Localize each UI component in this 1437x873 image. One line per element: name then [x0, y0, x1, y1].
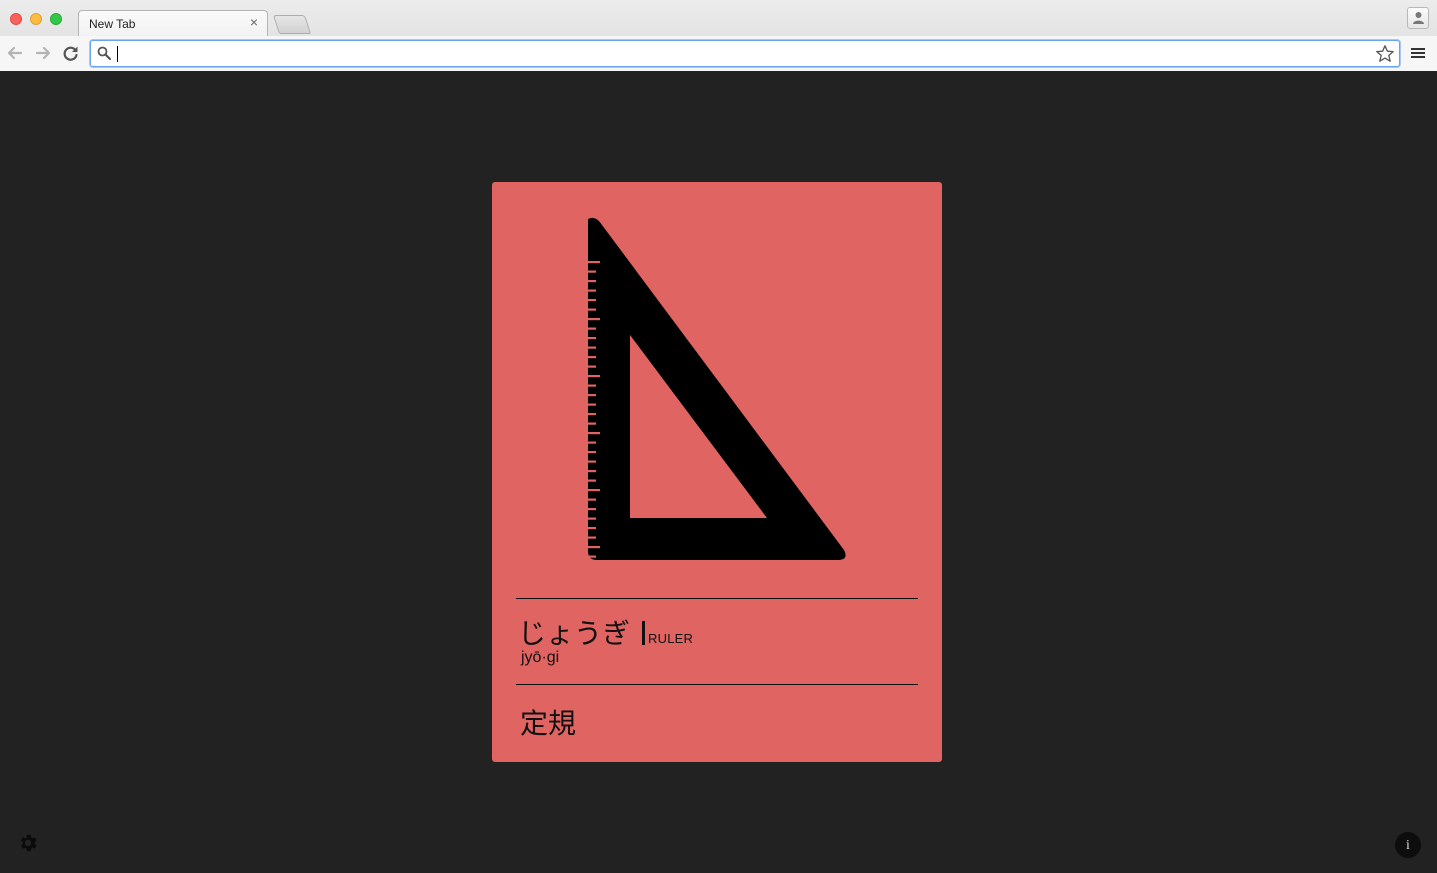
profile-button[interactable]: [1407, 7, 1429, 29]
vocabulary-card: じょうぎ RULER jyō·gi 定規: [492, 182, 942, 762]
tab-strip: New Tab ×: [0, 0, 1437, 37]
gear-icon[interactable]: [17, 832, 39, 854]
english-meaning: RULER: [648, 631, 694, 646]
text-caret: [117, 46, 118, 62]
address-input[interactable]: [117, 44, 1367, 63]
separator-bar: [642, 621, 646, 645]
tab-close-icon[interactable]: ×: [247, 14, 261, 30]
hamburger-icon[interactable]: [1410, 46, 1426, 62]
arrow-left-icon: [7, 46, 23, 60]
address-bar[interactable]: [90, 40, 1400, 67]
word-heading: じょうぎ RULER: [518, 612, 693, 652]
romaji-reading: jyō·gi: [521, 649, 560, 666]
tab-title: New Tab: [89, 17, 136, 31]
window-zoom-button[interactable]: [50, 13, 62, 25]
tab-new-tab[interactable]: New Tab ×: [78, 10, 268, 37]
divider-top: [516, 598, 918, 599]
divider-bottom: [516, 684, 918, 685]
arrow-right-icon: [35, 46, 51, 60]
window-close-button[interactable]: [10, 13, 22, 25]
reload-button[interactable]: [61, 43, 81, 63]
browser-chrome: New Tab ×: [0, 0, 1437, 71]
kanji-writing: 定規: [520, 707, 577, 740]
person-icon: [1413, 12, 1424, 24]
toolbar: [0, 36, 1437, 71]
window-minimize-button[interactable]: [30, 13, 42, 25]
back-button[interactable]: [5, 43, 25, 63]
magnifier-icon: [97, 46, 112, 61]
set-square-ruler-icon: [588, 217, 846, 568]
kana-reading: じょうぎ: [518, 617, 631, 650]
new-tab-button[interactable]: [272, 15, 312, 34]
star-icon[interactable]: [1375, 44, 1395, 64]
forward-button[interactable]: [33, 43, 53, 63]
info-button[interactable]: i: [1395, 832, 1421, 858]
reload-icon: [63, 46, 78, 61]
